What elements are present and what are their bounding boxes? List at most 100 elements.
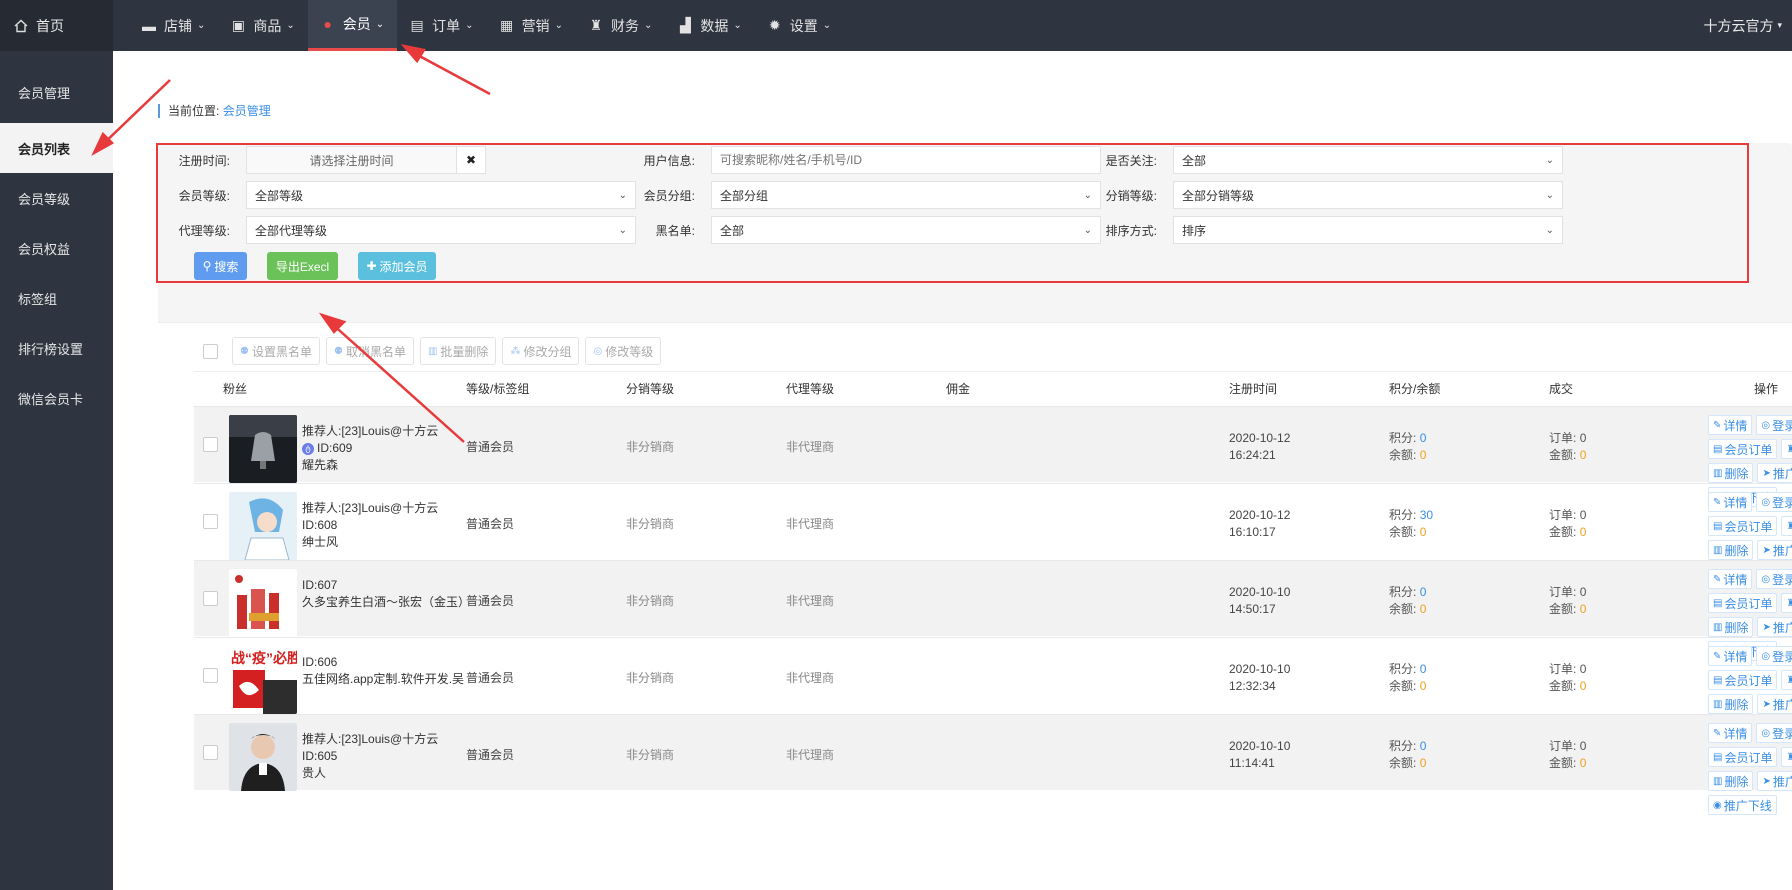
member-level-select[interactable]: 全部等级 ⌄ [246,181,636,209]
sidebar-item[interactable]: 会员管理 [0,67,113,117]
avatar: 战“疫”必胜 [229,646,297,714]
row-action-button[interactable]: ▥ 删除 [1708,463,1754,483]
goods-icon: ▣ [231,17,245,33]
row-action-button[interactable]: ◎ 登录 [1756,646,1792,666]
row-action-button[interactable]: ♜充值 [1781,516,1792,536]
export-excel-button[interactable]: 导出Execl [267,252,338,280]
sort-select[interactable]: 排序 ⌄ [1173,216,1563,244]
row-action-button[interactable]: ▥ 删除 [1708,540,1754,560]
top-menu-item[interactable]: ▤ 订单 ⌄ [397,0,486,51]
member-id: ID:605 [302,749,338,763]
sidebar-item[interactable]: 会员列表 [0,123,113,173]
sidebar-item[interactable]: 微信会员卡 [0,373,113,423]
row-action-button[interactable]: ♜充值 [1781,747,1792,767]
trash-icon: ▥ [427,345,438,357]
sidebar-item[interactable]: 排行榜设置 [0,323,113,373]
sidebar-item[interactable]: 会员权益 [0,223,113,273]
bulk-action-button[interactable]: ⚉ 设置黑名单 [232,337,320,365]
chevron-down-icon: ⌄ [197,20,206,31]
agent-level-select[interactable]: 全部代理等级 ⌄ [246,216,636,244]
top-menu-item[interactable]: ▦ 营销 ⌄ [487,0,576,51]
row-action-button[interactable]: ♜充值 [1781,593,1792,613]
row-action-button[interactable]: ➤推广订单 [1757,694,1792,714]
row-action-button[interactable]: ◎ 登录 [1756,569,1792,589]
account-menu[interactable]: 十方云官方 ▾ [1703,0,1782,51]
chevron-down-icon: ⌄ [1545,154,1554,166]
row-checkbox[interactable] [203,745,218,760]
trash-icon: ▥ [1713,467,1723,479]
agent-level: 非代理商 [786,671,835,685]
breadcrumb-link[interactable]: 会员管理 [223,104,271,118]
row-action-button[interactable]: ◎ 登录 [1756,492,1792,512]
row-action-button[interactable]: ▤ 会员订单 [1708,747,1778,767]
bulk-action-button[interactable]: ◎ 修改等级 [585,337,662,365]
clear-date-button[interactable]: ✖ [456,146,486,174]
blacklist-label: 黑名单: [655,223,695,238]
top-menu-item[interactable]: ▣ 商品 ⌄ [218,0,307,51]
dist-level-select[interactable]: 全部分销等级 ⌄ [1173,181,1563,209]
bulk-action-button[interactable]: ▥ 批量删除 [419,337,497,365]
send-icon: ➤ [1762,621,1771,633]
row-action-button[interactable]: ▤ 会员订单 [1708,593,1778,613]
points-label: 积分: [1389,662,1417,676]
row-action-button[interactable]: ▤ 会员订单 [1708,516,1778,536]
table-header: 粉丝 等级/标签组 分销等级 代理等级 佣金 注册时间 积分/余额 成交 操作 [194,371,1792,405]
row-action-button[interactable]: ✎ 详情 [1708,646,1753,666]
row-checkbox[interactable] [203,591,218,606]
row-action-button[interactable]: ➤推广订单 [1757,771,1792,791]
row-action-button[interactable]: ♜充值 [1781,670,1792,690]
bulk-action-button[interactable]: ⁂ 修改分组 [502,337,580,365]
row-checkbox[interactable] [203,437,218,452]
row-action-button[interactable]: ➤推广订单 [1757,617,1792,637]
orders-value: 0 [1579,431,1587,445]
row-action-button[interactable]: ▥ 删除 [1708,617,1754,637]
row-action-button[interactable]: ◎ 登录 [1756,415,1792,435]
search-button[interactable]: ⚲ 搜索 [194,252,247,280]
row-action-button[interactable]: ▥ 删除 [1708,694,1754,714]
user-icon: ● [323,16,333,32]
sidebar-item[interactable]: 会员等级 [0,173,113,223]
row-checkbox[interactable] [203,668,218,683]
bulk-action-button[interactable]: ⚉ 取消黑名单 [325,337,414,365]
member-group-select[interactable]: 全部分组 ⌄ [711,181,1101,209]
member-name: 久多宝养生白酒～张宏（金玉） [302,595,471,609]
home-icon [14,19,28,32]
store-icon: ▬ [142,17,156,34]
top-menu-item[interactable]: ♜ 财务 ⌄ [576,0,665,51]
reg-date: 2020-10-12 [1229,431,1291,445]
user-info-input[interactable] [711,146,1101,174]
top-menu-item[interactable]: ▬ 店铺 ⌄ [129,0,218,51]
row-action-button[interactable]: ➤推广订单 [1757,463,1792,483]
agent-level-value: 全部代理等级 [255,223,328,238]
bar-chart-icon: ▟ [679,17,691,33]
add-member-button[interactable]: ✚ 添加会员 [358,252,436,280]
id-line: ID:605 [302,748,438,765]
select-all-checkbox[interactable] [203,343,218,359]
home-link[interactable]: 首页 [0,0,113,51]
edit-icon: ✎ [1713,496,1722,508]
row-action-button[interactable]: ▤ 会员订单 [1708,670,1778,690]
row-action-button[interactable]: ➤推广订单 [1757,540,1792,560]
top-menu-item[interactable]: ▟ 数据 ⌄ [665,0,754,51]
row-action-button[interactable]: ✎ 详情 [1708,569,1753,589]
follow-select[interactable]: 全部 ⌄ [1173,146,1563,174]
row-action-button[interactable]: ✎ 详情 [1708,492,1753,512]
row-action-button[interactable]: ✎ 详情 [1708,723,1753,743]
reg-time-input[interactable]: 请选择注册时间 [246,146,456,174]
top-menu-item[interactable]: ● 会员 ⌄ [307,0,398,51]
trash-icon: ▥ [1713,621,1723,633]
sidebar-item[interactable]: 标签组 [0,273,113,323]
row-action-button[interactable]: ◎ 登录 [1756,723,1792,743]
chevron-down-icon: ⌄ [643,20,653,31]
send-icon: ➤ [1762,775,1771,787]
table-row: 战“疫”必胜 ID:606 五佳网络.app定制.软件开发.吴 普通会员 非分销… [194,637,1792,738]
row-action-button[interactable]: ♜充值 [1781,439,1792,459]
row-action-button[interactable]: ✎ 详情 [1708,415,1753,435]
top-menu-item[interactable]: ✹ 设置 ⌄ [755,0,844,51]
row-checkbox[interactable] [203,514,218,529]
row-action-button[interactable]: ▤ 会员订单 [1708,439,1778,459]
row-action-button[interactable]: ▥ 删除 [1708,771,1754,791]
blacklist-select[interactable]: 全部 ⌄ [711,216,1101,244]
row-action-label: 推广订单 [1772,466,1792,481]
row-action-button[interactable]: ◉推广下线 [1708,795,1777,815]
